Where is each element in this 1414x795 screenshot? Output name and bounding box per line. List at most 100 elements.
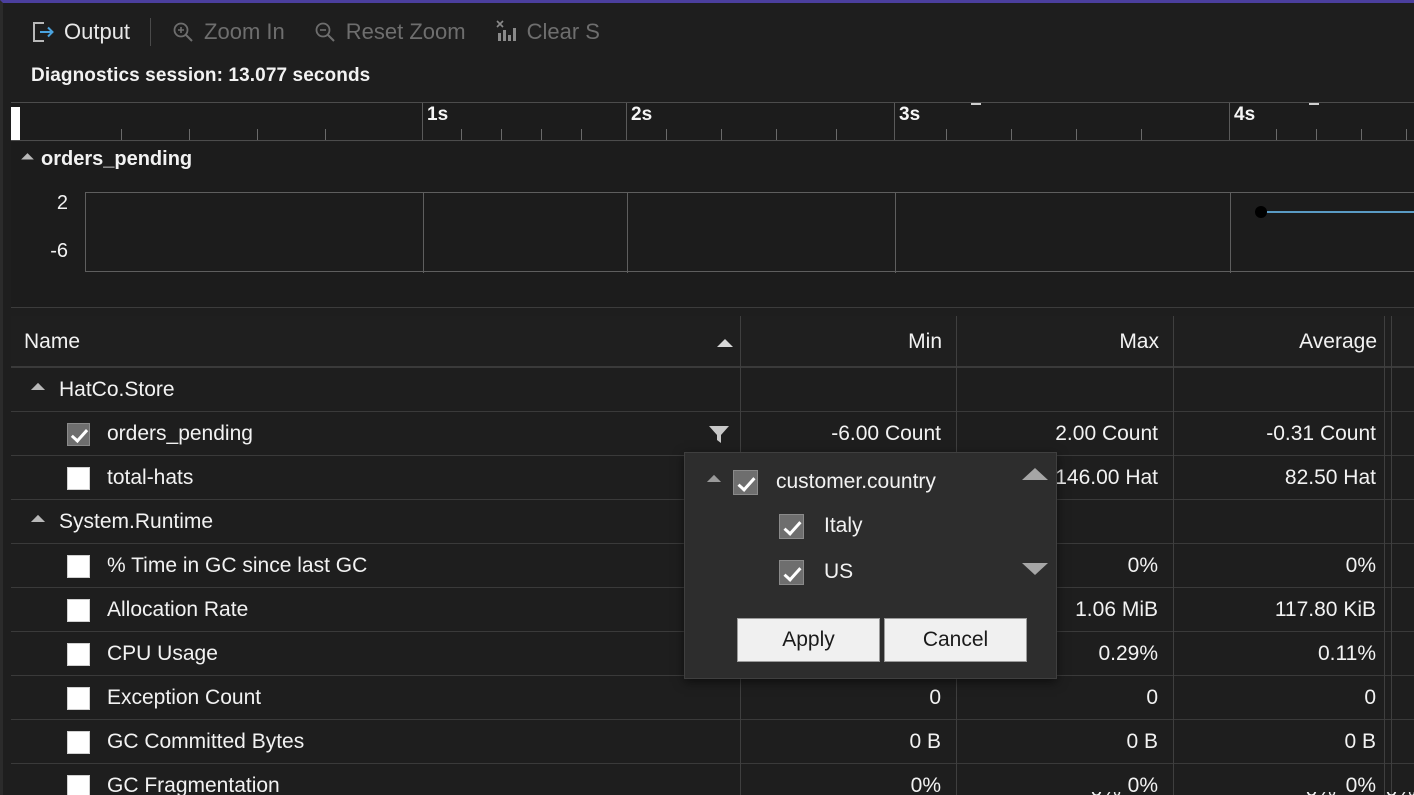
series-data-point[interactable] (1255, 206, 1267, 218)
series-line-orders-pending (1261, 211, 1414, 213)
table-row[interactable]: GC Fragmentation 0% 0% 0% (11, 764, 1414, 795)
y-axis-bottom-label: -6 (11, 240, 68, 263)
row-min-cell: 0% (741, 764, 957, 795)
graph-title-label: orders_pending (41, 148, 192, 171)
filter-option-row[interactable]: US (779, 555, 853, 589)
reset-zoom-label: Reset Zoom (346, 19, 466, 45)
row-name-label: Exception Count (107, 686, 261, 710)
filter-option-list[interactable]: customer.country Italy US (685, 453, 1056, 603)
row-name-label: total-hats (107, 466, 193, 490)
row-checkbox[interactable] (67, 643, 90, 666)
row-checkbox[interactable] (67, 687, 90, 710)
row-average-cell: 0 (1174, 676, 1392, 720)
row-name-cell[interactable]: CPU Usage (11, 632, 741, 676)
row-average-cell: 0 B (1174, 720, 1392, 764)
clear-series-label: Clear S (527, 19, 600, 45)
filter-group-checkbox[interactable] (733, 470, 758, 495)
timeline-playhead[interactable] (11, 107, 20, 141)
reset-zoom-button[interactable]: Reset Zoom (307, 12, 472, 52)
column-header-max-label: Max (1119, 330, 1159, 354)
zoom-in-label: Zoom In (204, 19, 285, 45)
filter-option-label: US (824, 560, 853, 584)
row-name-cell[interactable]: System.Runtime (11, 500, 741, 544)
row-max-cell: 0% (957, 764, 1174, 795)
row-min-cell: -6.00 Count (741, 412, 957, 456)
row-name-label: System.Runtime (59, 510, 213, 534)
row-name-cell[interactable]: GC Committed Bytes (11, 720, 741, 764)
column-header-min-label: Min (908, 330, 942, 354)
output-button[interactable]: Output (25, 12, 136, 52)
table-row[interactable]: orders_pending -6.00 Count 2.00 Count -0… (11, 412, 1414, 456)
table-row[interactable]: Exception Count 0 0 0 (11, 676, 1414, 720)
row-name-label: orders_pending (107, 422, 253, 446)
row-name-cell[interactable]: Exception Count (11, 676, 741, 720)
ruler-tick-label-3s: 3s (894, 104, 920, 126)
ruler-tick-label-1s: 1s (422, 104, 448, 126)
row-max-cell: 0 (957, 676, 1174, 720)
metric-graph-panel: orders_pending 2 -6 (11, 142, 1414, 308)
table-right-edge (1384, 316, 1414, 795)
triangle-collapse-icon[interactable] (21, 153, 34, 166)
row-checkbox[interactable] (67, 731, 90, 754)
row-checkbox[interactable] (67, 423, 90, 446)
row-name-cell[interactable]: HatCo.Store (11, 368, 741, 412)
row-max-cell (957, 368, 1174, 412)
column-header-max[interactable]: Max (957, 316, 1174, 368)
row-average-cell: 82.50 Hat (1174, 456, 1392, 500)
row-checkbox[interactable] (67, 599, 90, 622)
column-header-name-label: Name (24, 330, 80, 354)
graph-header[interactable]: orders_pending (23, 148, 192, 171)
diagnostics-tool-window: Output Zoom In Reset Zoo (0, 0, 1414, 795)
row-max-cell: 0 B (957, 720, 1174, 764)
row-name-cell[interactable]: Allocation Rate (11, 588, 741, 632)
filter-group-label: customer.country (776, 470, 936, 494)
export-arrow-icon (31, 20, 55, 44)
diagnostics-session-status: Diagnostics session: 13.077 seconds (31, 65, 370, 87)
sort-ascending-icon[interactable] (717, 339, 733, 347)
graph-plot-area[interactable] (85, 192, 1414, 272)
table-header-row: Name Min Max Average (11, 316, 1414, 368)
filter-popup-actions: Apply Cancel (737, 618, 1027, 662)
column-header-min[interactable]: Min (741, 316, 957, 368)
triangle-collapse-icon[interactable] (31, 383, 45, 397)
dimension-filter-popup[interactable]: customer.country Italy US Apply Cancel (684, 452, 1057, 679)
filter-icon[interactable] (705, 422, 733, 446)
zoom-in-button[interactable]: Zoom In (165, 12, 291, 52)
triangle-collapse-icon[interactable] (707, 475, 721, 489)
apply-button[interactable]: Apply (737, 618, 880, 662)
row-name-label: CPU Usage (107, 642, 218, 666)
row-name-cell[interactable]: total-hats (11, 456, 741, 500)
row-average-cell: 117.80 KiB (1174, 588, 1392, 632)
triangle-collapse-icon[interactable] (31, 515, 45, 529)
clear-series-button[interactable]: Clear S (488, 12, 606, 52)
filter-group-row[interactable]: customer.country (709, 465, 936, 499)
column-header-average-label: Average (1299, 330, 1377, 354)
row-min-cell: 0 B (741, 720, 957, 764)
toolbar-divider (150, 18, 151, 46)
column-header-name[interactable]: Name (11, 316, 741, 368)
filter-option-label: Italy (824, 514, 863, 538)
row-checkbox[interactable] (67, 467, 90, 490)
row-name-cell[interactable]: orders_pending (11, 412, 741, 456)
cancel-button[interactable]: Cancel (884, 618, 1027, 662)
ruler-marker-stub (971, 102, 981, 105)
output-label: Output (64, 19, 130, 45)
row-name-label: Allocation Rate (107, 598, 248, 622)
filter-option-checkbox[interactable] (779, 514, 804, 539)
column-header-average[interactable]: Average (1174, 316, 1392, 368)
row-average-cell: 0% (1174, 544, 1392, 588)
table-row[interactable]: GC Committed Bytes 0 B 0 B 0 B (11, 720, 1414, 764)
filter-option-checkbox[interactable] (779, 560, 804, 585)
row-name-cell[interactable]: GC Fragmentation (11, 764, 741, 795)
row-average-cell: 0% (1174, 764, 1392, 795)
ruler-marker-stub (1309, 102, 1319, 105)
row-name-cell[interactable]: % Time in GC since last GC (11, 544, 741, 588)
row-max-cell: 2.00 Count (957, 412, 1174, 456)
table-row[interactable]: HatCo.Store (11, 368, 1414, 412)
row-average-cell (1174, 368, 1392, 412)
triangle-down-icon[interactable] (1022, 563, 1048, 575)
filter-option-row[interactable]: Italy (779, 509, 863, 543)
row-checkbox[interactable] (67, 555, 90, 578)
timeline-ruler[interactable]: 1s 2s 3s 4s (11, 102, 1414, 141)
triangle-up-icon[interactable] (1022, 468, 1048, 480)
